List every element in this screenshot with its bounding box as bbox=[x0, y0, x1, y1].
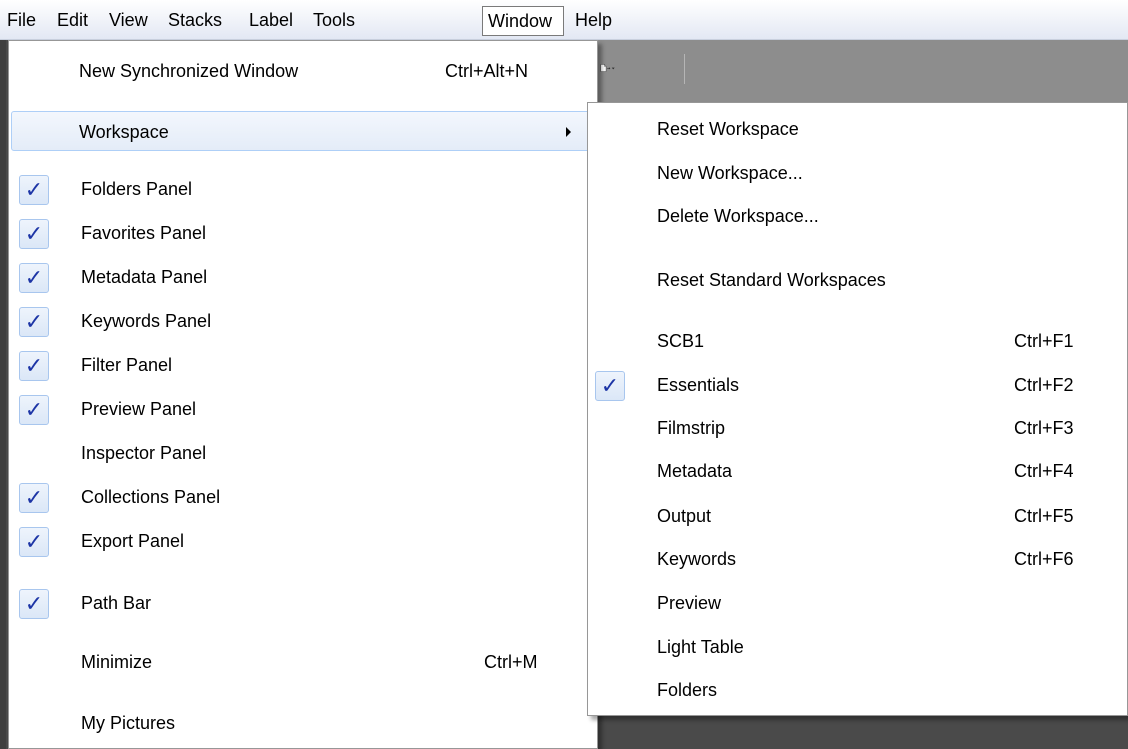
menu-item-label: Collections Panel bbox=[81, 487, 221, 507]
menu-item-label: Reset Workspace bbox=[657, 119, 799, 139]
app-background-strip bbox=[0, 40, 6, 749]
menu-item-metadata-panel[interactable]: ✓ Metadata Panel bbox=[11, 257, 595, 297]
submenu-arrow-icon bbox=[566, 127, 571, 137]
menu-item-shortcut: Ctrl+F2 bbox=[1014, 375, 1074, 395]
toolbar-separator bbox=[684, 54, 685, 84]
menu-item-shortcut: Ctrl+F1 bbox=[1014, 331, 1074, 351]
menu-item-minimize[interactable]: Minimize Ctrl+M bbox=[11, 642, 595, 682]
menu-item-shortcut: Ctrl+F3 bbox=[1014, 418, 1074, 438]
menu-item-shortcut: Ctrl+F5 bbox=[1014, 506, 1074, 526]
menu-item-collections-panel[interactable]: ✓ Collections Panel bbox=[11, 477, 595, 517]
checkmark-icon: ✓ bbox=[19, 589, 49, 619]
menu-item-new-synchronized-window[interactable]: New Synchronized Window Ctrl+Alt+N bbox=[11, 51, 595, 91]
app-toolbar bbox=[596, 40, 1128, 102]
checkmark-icon: ✓ bbox=[19, 527, 49, 557]
checkmark-icon: ✓ bbox=[19, 307, 49, 337]
menu-separator bbox=[69, 162, 593, 163]
submenu-item-new-workspace[interactable]: New Workspace... bbox=[590, 153, 1125, 193]
submenu-item-preview[interactable]: Preview bbox=[590, 583, 1125, 623]
menu-tools[interactable]: Tools bbox=[308, 6, 360, 36]
new-document-icon[interactable] bbox=[600, 56, 620, 80]
menu-item-shortcut: Ctrl+F6 bbox=[1014, 549, 1074, 569]
checkmark-icon: ✓ bbox=[19, 483, 49, 513]
checkmark-icon: ✓ bbox=[19, 263, 49, 293]
menu-item-shortcut: Ctrl+Alt+N bbox=[445, 61, 529, 81]
checkmark-icon: ✓ bbox=[19, 175, 49, 205]
menu-item-label: Preview Panel bbox=[81, 399, 197, 419]
menu-separator bbox=[644, 250, 1123, 251]
menu-item-keywords-panel[interactable]: ✓ Keywords Panel bbox=[11, 301, 595, 341]
menu-item-label: Output bbox=[657, 506, 712, 526]
menu-separator bbox=[69, 635, 593, 636]
submenu-item-filmstrip[interactable]: Filmstrip Ctrl+F3 bbox=[590, 408, 1125, 448]
menu-item-my-pictures[interactable]: My Pictures bbox=[11, 703, 595, 743]
menu-item-favorites-panel[interactable]: ✓ Favorites Panel bbox=[11, 213, 595, 253]
menu-item-label: Essentials bbox=[657, 375, 740, 395]
submenu-item-essentials[interactable]: ✓ Essentials Ctrl+F2 bbox=[590, 365, 1125, 405]
submenu-item-delete-workspace[interactable]: Delete Workspace... bbox=[590, 196, 1125, 236]
submenu-item-metadata[interactable]: Metadata Ctrl+F4 bbox=[590, 451, 1125, 491]
menubar: File Edit View Stacks Label Tools Window… bbox=[0, 0, 1128, 40]
checkmark-icon: ✓ bbox=[595, 371, 625, 401]
menu-item-shortcut: Ctrl+M bbox=[484, 652, 538, 672]
menu-separator bbox=[69, 575, 593, 576]
menu-window[interactable]: Window bbox=[482, 6, 564, 36]
menu-item-export-panel[interactable]: ✓ Export Panel bbox=[11, 521, 595, 561]
menu-file[interactable]: File bbox=[2, 6, 41, 36]
submenu-item-scb1[interactable]: SCB1 Ctrl+F1 bbox=[590, 321, 1125, 361]
menu-item-workspace[interactable]: Workspace bbox=[11, 111, 595, 151]
dropdown-caret-icon bbox=[611, 67, 615, 70]
submenu-item-reset-workspace[interactable]: Reset Workspace bbox=[590, 109, 1125, 149]
menu-view[interactable]: View bbox=[104, 6, 153, 36]
menu-item-folders-panel[interactable]: ✓ Folders Panel bbox=[11, 169, 595, 209]
menu-edit[interactable]: Edit bbox=[52, 6, 93, 36]
submenu-item-reset-standard-workspaces[interactable]: Reset Standard Workspaces bbox=[590, 260, 1125, 300]
menu-help[interactable]: Help bbox=[570, 6, 617, 36]
menu-item-label: Delete Workspace... bbox=[657, 206, 819, 226]
menu-separator bbox=[69, 695, 593, 696]
submenu-item-folders[interactable]: Folders bbox=[590, 670, 1125, 710]
submenu-item-light-table[interactable]: Light Table bbox=[590, 627, 1125, 667]
menu-item-preview-panel[interactable]: ✓ Preview Panel bbox=[11, 389, 595, 429]
menu-item-label: Path Bar bbox=[81, 593, 152, 613]
menu-item-label: New Workspace... bbox=[657, 163, 803, 183]
menu-item-label: New Synchronized Window bbox=[79, 61, 299, 81]
menu-item-label: Metadata bbox=[657, 461, 733, 481]
menu-item-label: SCB1 bbox=[657, 331, 705, 351]
menu-item-label: Light Table bbox=[657, 637, 744, 657]
menu-item-label: Keywords Panel bbox=[81, 311, 212, 331]
menu-item-label: Metadata Panel bbox=[81, 267, 208, 287]
menu-item-label: Preview bbox=[657, 593, 722, 613]
checkmark-icon: ✓ bbox=[19, 351, 49, 381]
submenu-item-output[interactable]: Output Ctrl+F5 bbox=[590, 496, 1125, 536]
menu-item-label: Reset Standard Workspaces bbox=[657, 270, 886, 290]
menu-item-label: Workspace bbox=[79, 122, 169, 142]
menu-label[interactable]: Label bbox=[244, 6, 298, 36]
checkmark-icon: ✓ bbox=[19, 395, 49, 425]
workspace-submenu: Reset Workspace New Workspace... Delete … bbox=[587, 102, 1128, 716]
menu-item-label: Favorites Panel bbox=[81, 223, 207, 243]
menu-separator bbox=[644, 312, 1123, 313]
menu-item-inspector-panel[interactable]: Inspector Panel bbox=[11, 433, 595, 473]
menu-item-label: My Pictures bbox=[81, 713, 176, 733]
menu-separator bbox=[69, 100, 593, 101]
menu-item-filter-panel[interactable]: ✓ Filter Panel bbox=[11, 345, 595, 385]
menu-item-label: Keywords bbox=[657, 549, 737, 569]
menu-item-label: Inspector Panel bbox=[81, 443, 207, 463]
menu-item-label: Minimize bbox=[81, 652, 153, 672]
menu-item-label: Folders Panel bbox=[81, 179, 193, 199]
window-menu: New Synchronized Window Ctrl+Alt+N Works… bbox=[8, 40, 598, 749]
menu-stacks[interactable]: Stacks bbox=[163, 6, 227, 36]
menu-item-label: Filmstrip bbox=[657, 418, 725, 438]
checkmark-icon: ✓ bbox=[19, 219, 49, 249]
menu-item-label: Filter Panel bbox=[81, 355, 173, 375]
menu-item-path-bar[interactable]: ✓ Path Bar bbox=[11, 583, 595, 623]
menu-item-shortcut: Ctrl+F4 bbox=[1014, 461, 1074, 481]
menu-item-label: Folders bbox=[657, 680, 718, 700]
menu-item-label: Export Panel bbox=[81, 531, 185, 551]
submenu-item-keywords[interactable]: Keywords Ctrl+F6 bbox=[590, 539, 1125, 579]
